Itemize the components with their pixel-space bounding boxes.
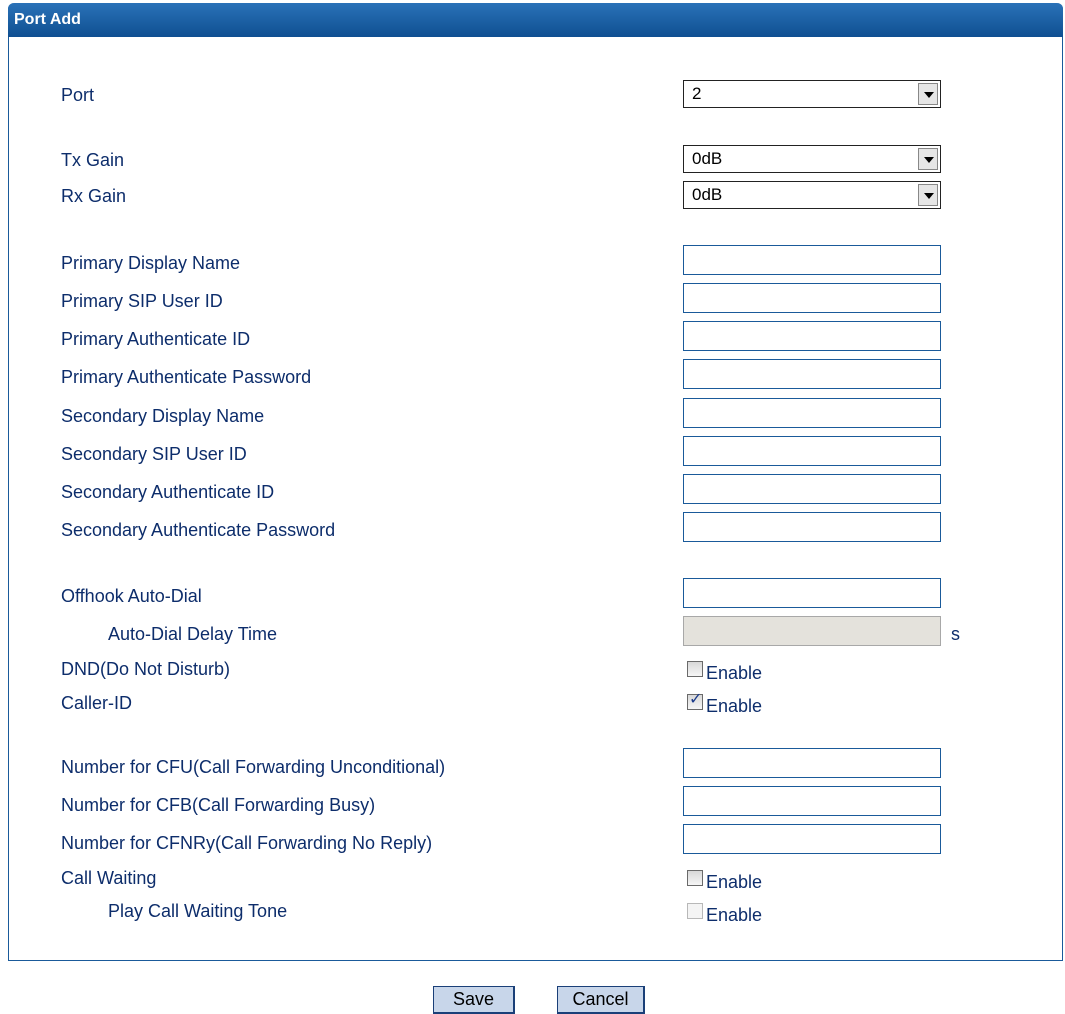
secondary-auth-id-label: Secondary Authenticate ID	[61, 482, 275, 502]
tx-gain-select-value: 0dB	[692, 149, 723, 168]
offhook-auto-dial-field[interactable]	[683, 578, 941, 608]
cfu-label: Number for CFU(Call Forwarding Unconditi…	[61, 757, 446, 777]
auto-dial-delay-unit: s	[951, 624, 960, 644]
cfb-field[interactable]	[683, 786, 941, 816]
panel-title: Port Add	[8, 3, 1063, 37]
secondary-auth-password-field[interactable]	[683, 512, 941, 542]
cfu-field[interactable]	[683, 748, 941, 778]
call-waiting-option-label: Enable	[706, 872, 763, 892]
save-button[interactable]: Save	[433, 986, 515, 1014]
chevron-down-icon[interactable]	[918, 83, 938, 105]
primary-sip-user-id-label: Primary SIP User ID	[61, 291, 223, 311]
cancel-button[interactable]: Cancel	[557, 986, 645, 1014]
checkbox-checked-icon[interactable]: ✓	[687, 691, 703, 710]
chevron-down-icon[interactable]	[918, 148, 938, 170]
port-label: Port	[61, 85, 95, 105]
secondary-display-name-field[interactable]	[683, 398, 941, 428]
auto-dial-delay-label: Auto-Dial Delay Time	[108, 624, 278, 644]
call-waiting-tone-option-label: Enable	[706, 905, 763, 925]
chevron-down-icon[interactable]	[918, 184, 938, 206]
checkbox-icon[interactable]	[687, 661, 703, 677]
checkbox-icon[interactable]	[687, 870, 703, 886]
secondary-auth-id-field[interactable]	[683, 474, 941, 504]
primary-auth-id-field[interactable]	[683, 321, 941, 351]
secondary-auth-password-label: Secondary Authenticate Password	[61, 520, 336, 540]
dnd-label: DND(Do Not Disturb)	[61, 659, 231, 679]
rx-gain-label: Rx Gain	[61, 186, 127, 206]
port-select-value: 2	[692, 84, 702, 103]
primary-display-name-field[interactable]	[683, 245, 941, 275]
rx-gain-select-value: 0dB	[692, 185, 723, 204]
checkmark-icon: ✓	[689, 691, 703, 708]
cfnry-label: Number for CFNRy(Call Forwarding No Repl…	[61, 833, 433, 853]
primary-auth-id-label: Primary Authenticate ID	[61, 329, 251, 349]
cfnry-field[interactable]	[683, 824, 941, 854]
primary-sip-user-id-field[interactable]	[683, 283, 941, 313]
primary-auth-password-label: Primary Authenticate Password	[61, 367, 312, 387]
tx-gain-label: Tx Gain	[61, 150, 125, 170]
call-waiting-label: Call Waiting	[61, 868, 157, 888]
call-waiting-tone-label: Play Call Waiting Tone	[108, 901, 288, 921]
tx-gain-select[interactable]: 0dB	[683, 145, 941, 173]
cfb-label: Number for CFB(Call Forwarding Busy)	[61, 795, 376, 815]
checkbox-icon	[687, 903, 703, 919]
caller-id-option-label: Enable	[706, 696, 763, 716]
dnd-option-label: Enable	[706, 663, 763, 683]
primary-display-name-label: Primary Display Name	[61, 253, 241, 273]
secondary-sip-user-id-field[interactable]	[683, 436, 941, 466]
secondary-display-name-label: Secondary Display Name	[61, 406, 265, 426]
caller-id-label: Caller-ID	[61, 693, 133, 713]
secondary-sip-user-id-label: Secondary SIP User ID	[61, 444, 247, 464]
port-select[interactable]: 2	[683, 80, 941, 108]
rx-gain-select[interactable]: 0dB	[683, 181, 941, 209]
offhook-auto-dial-label: Offhook Auto-Dial	[61, 586, 202, 606]
auto-dial-delay-field	[683, 616, 941, 646]
primary-auth-password-field[interactable]	[683, 359, 941, 389]
